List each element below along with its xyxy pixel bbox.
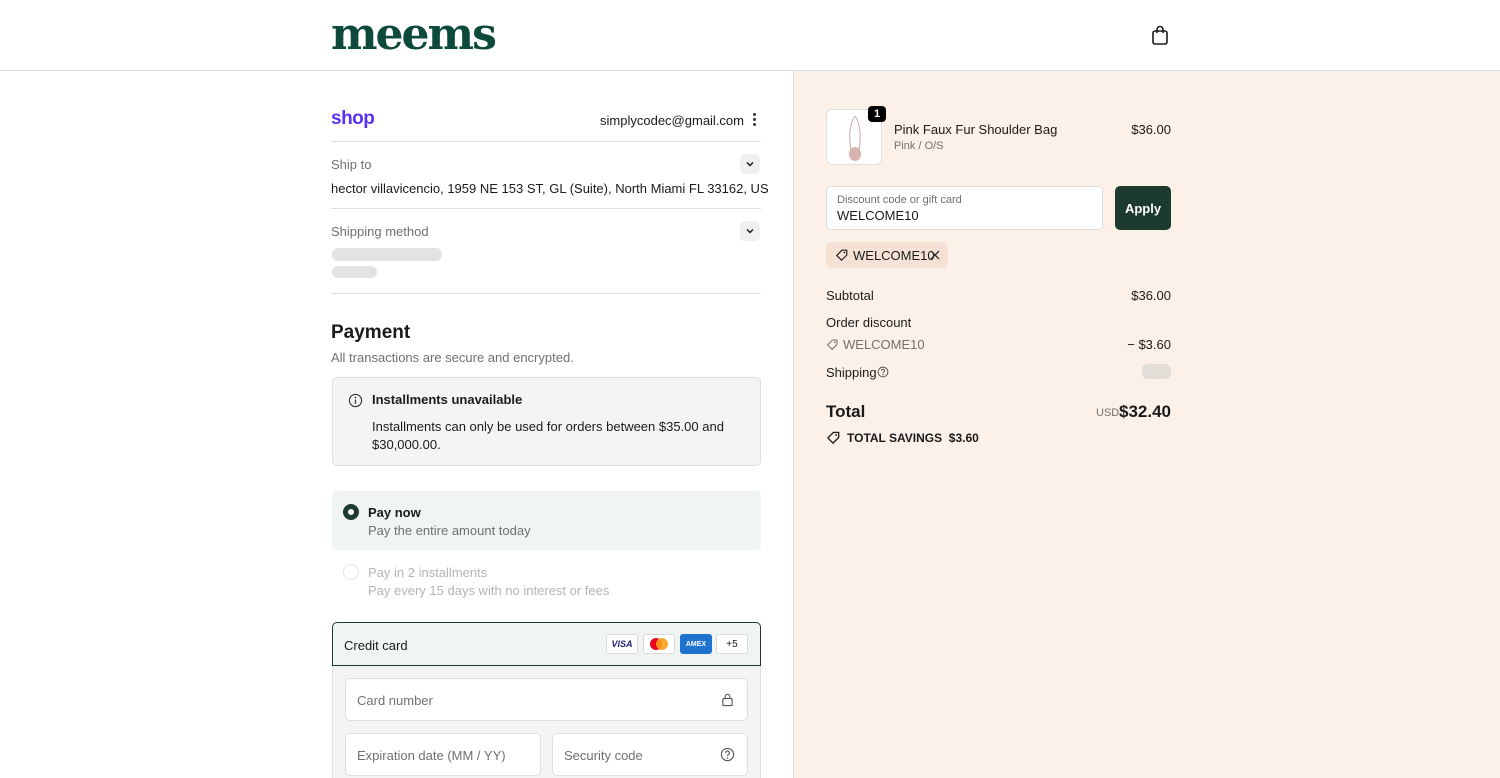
discount-label: Discount code or gift card [837,194,962,206]
pay-now-subtitle: Pay the entire amount today [368,523,531,538]
savings-amount: $3.60 [948,431,979,445]
pay-now-title: Pay now [368,505,421,520]
card-number-field[interactable]: Card number [345,678,748,721]
order-discount-code: WELCOME10 [843,337,925,352]
shipping-address: hector villavicencio, 1959 NE 153 ST, GL… [331,181,769,196]
quantity-badge: 1 [868,106,886,122]
divider [331,141,761,142]
more-cards-badge: +5 [716,634,748,654]
site-header: meems [0,0,1500,71]
divider [331,208,761,209]
chevron-down-icon [746,228,754,234]
close-icon[interactable] [928,248,942,262]
loading-skeleton [332,248,442,261]
chevron-down-icon [746,161,754,167]
pay-installments-subtitle: Pay every 15 days with no interest or fe… [368,583,610,598]
product-variant: Pink / O/S [894,140,944,152]
total-currency: USD [1096,407,1120,419]
order-summary-panel [793,71,1500,778]
installments-notice: Installments unavailable Installments ca… [332,377,761,466]
credit-card-form: Card number Expiration date (MM / YY) Se… [332,666,761,778]
applied-code: WELCOME10 [853,248,935,263]
pay-now-option[interactable]: Pay now Pay the entire amount today [332,491,761,550]
credit-card-option[interactable]: Credit card VISA AMEX +5 [332,622,761,666]
amex-icon: AMEX [680,634,712,654]
mastercard-icon [643,634,675,654]
help-icon[interactable] [720,747,735,762]
expiration-placeholder: Expiration date (MM / YY) [357,748,506,763]
savings-label: TOTAL SAVINGS [847,431,943,445]
shipping-loading-skeleton [1142,364,1171,379]
discount-code-input[interactable]: Discount code or gift card WELCOME10 [826,186,1103,230]
payment-subtitle: All transactions are secure and encrypte… [331,350,574,365]
shipping-method-label: Shipping method [331,224,429,239]
account-email: simplycodec@gmail.com [600,113,744,128]
order-discount-amount: − $3.60 [1127,337,1171,352]
notice-body: Installments can only be used for orders… [372,419,724,452]
visa-icon: VISA [606,634,638,654]
total-label: Total [826,402,866,421]
shop-pay-logo: shop [331,108,375,129]
payment-heading: Payment [331,322,411,343]
shipping-label: Shipping [826,365,877,380]
tag-icon [827,339,838,350]
ship-to-toggle[interactable] [740,154,760,174]
ship-to-label: Ship to [331,157,372,172]
help-icon[interactable] [877,366,889,378]
info-icon [348,393,363,408]
order-discount-label: Order discount [826,315,912,330]
product-price: $36.00 [1131,122,1171,137]
applied-discount-chip: WELCOME10 [826,242,948,268]
loading-skeleton [332,266,377,278]
brand-logo[interactable]: meems [331,10,497,60]
divider [331,293,761,294]
pay-installments-title: Pay in 2 installments [368,565,488,580]
pay-installments-option[interactable]: Pay in 2 installments Pay every 15 days … [332,552,761,607]
shopping-bag-icon[interactable] [1150,25,1170,46]
product-name: Pink Faux Fur Shoulder Bag [894,122,1058,137]
subtotal-value: $36.00 [1131,288,1171,303]
total-savings: TOTAL SAVINGS $3.60 [847,431,979,445]
notice-title: Installments unavailable [372,392,523,407]
card-number-placeholder: Card number [357,693,433,708]
tag-icon [836,249,848,261]
apply-button[interactable]: Apply [1115,186,1171,230]
shipping-method-toggle[interactable] [740,221,760,241]
expiration-field[interactable]: Expiration date (MM / YY) [345,733,541,776]
security-code-field[interactable]: Security code [552,733,748,776]
security-code-placeholder: Security code [564,748,643,763]
discount-value: WELCOME10 [837,208,919,223]
total-amount: $32.40 [1119,402,1171,421]
tag-icon [827,431,840,444]
credit-card-label: Credit card [344,638,408,653]
lock-icon [722,693,733,707]
pay-now-radio[interactable] [343,504,359,520]
subtotal-label: Subtotal [826,288,874,303]
more-options-icon[interactable] [749,112,759,128]
pay-installments-radio[interactable] [343,564,359,580]
